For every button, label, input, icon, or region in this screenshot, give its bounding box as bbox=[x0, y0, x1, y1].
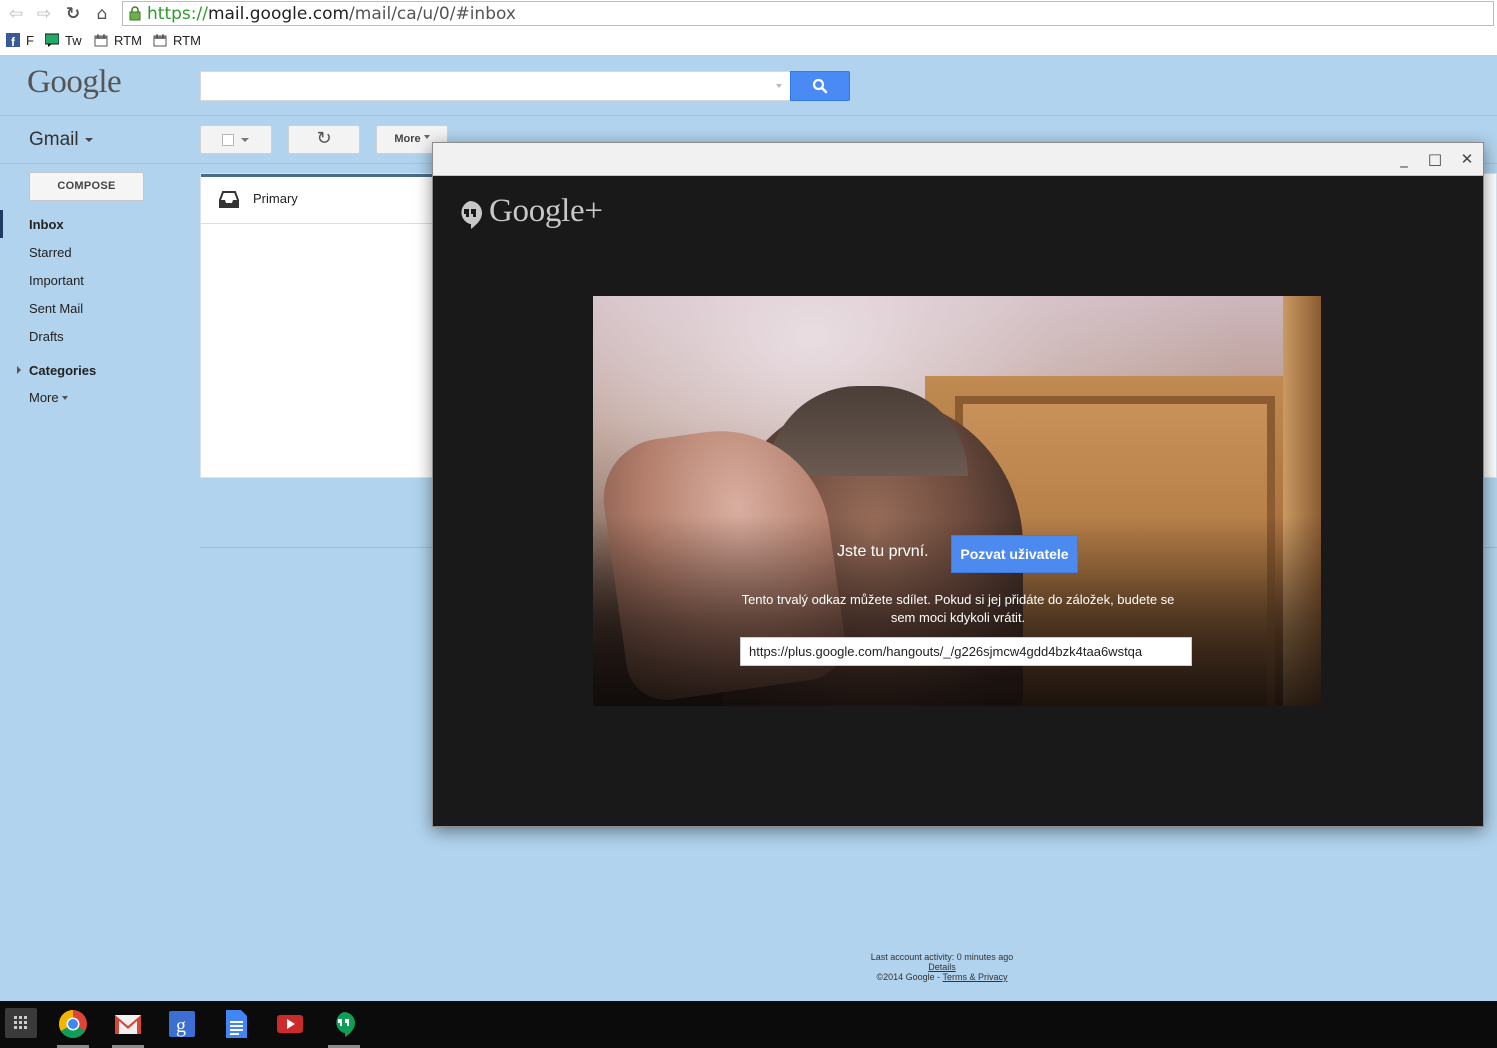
chrome-icon[interactable] bbox=[58, 1009, 88, 1039]
chevron-down-icon bbox=[61, 396, 68, 400]
docs-icon[interactable] bbox=[221, 1009, 251, 1039]
forward-icon[interactable]: ⇨ bbox=[34, 4, 54, 24]
chevron-right-icon[interactable] bbox=[17, 366, 21, 374]
grid-icon bbox=[14, 1016, 27, 1029]
svg-text:g: g bbox=[176, 1015, 186, 1037]
os-taskbar: g bbox=[0, 1001, 1497, 1048]
browser-toolbar: ⇦ ⇨ ↻ ⌂ https://mail.google.com/mail/ca/… bbox=[0, 0, 1497, 56]
google-logo[interactable]: Google bbox=[27, 64, 122, 101]
refresh-icon: ↻ bbox=[316, 128, 332, 149]
calendar-icon bbox=[153, 34, 167, 47]
chevron-down-icon bbox=[241, 138, 249, 142]
twitter-chat-icon bbox=[45, 33, 59, 47]
youtube-icon[interactable] bbox=[275, 1009, 305, 1039]
active-indicator bbox=[0, 210, 3, 238]
select-checkbox-button[interactable] bbox=[200, 125, 272, 154]
sidebar-item-important[interactable]: Important bbox=[29, 273, 84, 288]
header-divider bbox=[0, 115, 1497, 116]
google-plus-logo: Google+ bbox=[489, 193, 603, 229]
hangouts-icon bbox=[461, 201, 482, 229]
chevron-down-icon bbox=[84, 138, 93, 142]
search-button[interactable] bbox=[790, 71, 850, 101]
hangout-link-field[interactable] bbox=[740, 637, 1192, 666]
address-bar[interactable]: https://mail.google.com/mail/ca/u/0/#inb… bbox=[122, 1, 1494, 26]
google-search-icon[interactable]: g bbox=[167, 1009, 197, 1039]
account-footer: Last account activity: 0 minutes ago Det… bbox=[842, 952, 1042, 982]
search-icon bbox=[812, 78, 828, 94]
details-link[interactable]: Details bbox=[842, 962, 1042, 972]
gmail-icon[interactable] bbox=[113, 1009, 143, 1039]
sidebar-item-inbox[interactable]: Inbox bbox=[29, 217, 64, 232]
inbox-icon bbox=[219, 191, 239, 208]
checkbox-icon bbox=[222, 134, 234, 146]
bookmark-item[interactable]: Tw bbox=[45, 32, 82, 50]
hangouts-icon[interactable] bbox=[329, 1009, 359, 1039]
refresh-button[interactable]: ↻ bbox=[288, 125, 360, 154]
close-icon[interactable]: ✕ bbox=[1456, 149, 1478, 169]
url-text: https://mail.google.com/mail/ca/u/0/#inb… bbox=[147, 4, 516, 24]
app-launcher-button[interactable] bbox=[5, 1008, 37, 1038]
sidebar-more-label: More bbox=[29, 390, 59, 405]
home-icon[interactable]: ⌂ bbox=[92, 4, 112, 24]
window-titlebar[interactable]: _ □ ✕ bbox=[433, 143, 1483, 176]
reload-icon[interactable]: ↻ bbox=[63, 4, 83, 24]
calendar-icon bbox=[94, 34, 108, 47]
sidebar-item-sent-mail[interactable]: Sent Mail bbox=[29, 301, 83, 316]
bookmark-item[interactable]: RTM bbox=[153, 32, 201, 50]
last-activity-text: Last account activity: 0 minutes ago bbox=[870, 952, 1014, 962]
tab-primary[interactable]: Primary bbox=[201, 174, 441, 224]
compose-button[interactable]: COMPOSE bbox=[29, 172, 144, 201]
minimize-icon[interactable]: _ bbox=[1393, 149, 1415, 169]
invite-people-button[interactable]: Pozvat uživatele bbox=[951, 535, 1078, 573]
bookmark-item[interactable]: RTM bbox=[94, 32, 142, 50]
sidebar-more[interactable]: More bbox=[29, 390, 68, 405]
search-input[interactable] bbox=[200, 71, 790, 101]
sidebar-item-starred[interactable]: Starred bbox=[29, 245, 72, 260]
sidebar-item-categories[interactable]: Categories bbox=[29, 363, 96, 378]
lock-icon bbox=[129, 6, 141, 21]
chevron-down-icon bbox=[423, 135, 430, 139]
back-icon[interactable]: ⇦ bbox=[6, 4, 26, 24]
tab-primary-label: Primary bbox=[253, 191, 298, 206]
bookmark-item[interactable]: fF bbox=[6, 32, 34, 50]
copyright-text: ©2014 Google - bbox=[876, 972, 943, 982]
search-options-icon[interactable] bbox=[776, 84, 782, 88]
app-switcher[interactable]: Gmail bbox=[29, 129, 93, 151]
sidebar-item-drafts[interactable]: Drafts bbox=[29, 329, 64, 344]
terms-link[interactable]: Terms & Privacy bbox=[943, 972, 1008, 982]
maximize-icon[interactable]: □ bbox=[1424, 149, 1446, 169]
more-actions-label: More bbox=[394, 133, 421, 145]
first-here-text: Jste tu první. bbox=[837, 543, 929, 560]
hangout-window: _ □ ✕ Google+ Jste tu první. Pozvat uživ… bbox=[432, 142, 1484, 827]
app-switcher-label: Gmail bbox=[29, 129, 79, 150]
facebook-icon: f bbox=[6, 33, 20, 47]
share-link-description: Tento trvalý odkaz můžete sdílet. Pokud … bbox=[741, 592, 1175, 625]
